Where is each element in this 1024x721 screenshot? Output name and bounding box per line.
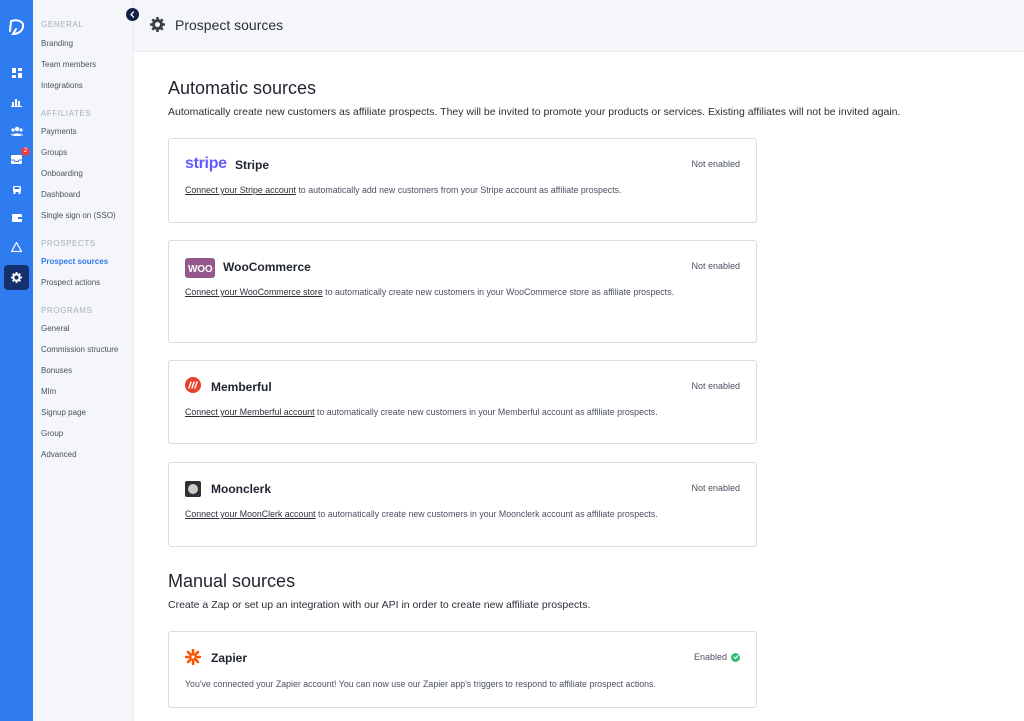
sidebar-item-group[interactable]: Group — [41, 429, 63, 438]
moonclerk-card: Moonclerk Not enabled Connect your MoonC… — [168, 462, 757, 547]
sidebar-item-onboarding[interactable]: Onboarding — [41, 169, 83, 178]
moonclerk-logo-icon — [185, 481, 201, 502]
sidebar-item-integrations[interactable]: Integrations — [41, 81, 83, 90]
manual-sources-description: Create a Zap or set up an integration wi… — [168, 599, 591, 611]
sidebar-item-branding[interactable]: Branding — [41, 39, 73, 48]
card-description: You've connected your Zapier account! Yo… — [185, 679, 656, 689]
sidebar-item-payments[interactable]: Payments — [41, 127, 77, 136]
settings-sidebar: GENERAL Branding Team members Integratio… — [33, 0, 134, 721]
sidebar-item-groups[interactable]: Groups — [41, 148, 67, 157]
section-prospects: PROSPECTS — [41, 239, 96, 248]
automatic-sources-description: Automatically create new customers as af… — [168, 106, 901, 118]
status-badge: Not enabled — [691, 483, 740, 493]
users-icon[interactable] — [4, 118, 29, 143]
zapier-logo-icon — [184, 648, 202, 670]
sidebar-item-prospect-actions[interactable]: Prospect actions — [41, 278, 100, 287]
status-badge: Not enabled — [691, 159, 740, 169]
card-title: Zapier — [211, 651, 248, 665]
sidebar-item-advanced[interactable]: Advanced — [41, 450, 77, 459]
card-description: Connect your Stripe account to automatic… — [185, 185, 622, 195]
collapse-sidebar-button[interactable] — [126, 8, 139, 21]
sidebar-item-team-members[interactable]: Team members — [41, 60, 96, 69]
section-general: GENERAL — [41, 20, 84, 29]
manual-sources-heading: Manual sources — [168, 571, 296, 591]
sidebar-item-dashboard[interactable]: Dashboard — [41, 190, 80, 199]
dashboard-icon[interactable] — [4, 60, 29, 85]
section-affiliates: AFFILIATES — [41, 109, 92, 118]
woocommerce-logo: WOO — [185, 258, 216, 278]
connect-woocommerce-link[interactable]: Connect your WooCommerce store — [185, 287, 323, 297]
card-description: Connect your MoonClerk account to automa… — [185, 509, 658, 519]
sidebar-item-commission-structure[interactable]: Commission structure — [41, 345, 118, 354]
settings-icon[interactable] — [4, 265, 29, 290]
sidebar-item-prospect-sources[interactable]: Prospect sources — [41, 257, 108, 266]
sidebar-item-bonuses[interactable]: Bonuses — [41, 366, 72, 375]
card-title: WooCommerce — [223, 260, 311, 274]
card-description: Connect your WooCommerce store to automa… — [185, 287, 674, 297]
connect-memberful-link[interactable]: Connect your Memberful account — [185, 407, 315, 417]
memberful-logo-icon — [185, 377, 201, 398]
check-circle-icon — [731, 652, 740, 662]
notification-badge: 2 — [21, 147, 30, 156]
sidebar-item-programs-general[interactable]: General — [41, 324, 69, 333]
memberful-card: Memberful Not enabled Connect your Membe… — [168, 360, 757, 444]
chart-icon[interactable] — [4, 89, 29, 114]
page-title: Prospect sources — [175, 17, 284, 33]
stripe-card: stripe Stripe Not enabled Connect your S… — [168, 138, 757, 223]
section-programs: PROGRAMS — [41, 306, 93, 315]
wallet-icon[interactable] — [4, 205, 29, 230]
sidebar-item-sso[interactable]: Single sign on (SSO) — [41, 211, 116, 220]
sidebar-item-signup-page[interactable]: Signup page — [41, 408, 86, 417]
sidebar-item-mlm[interactable]: Mlm — [41, 387, 56, 396]
connect-stripe-link[interactable]: Connect your Stripe account — [185, 185, 296, 195]
zapier-card: Zapier Enabled You've connected your Zap… — [168, 631, 757, 708]
chevron-left-icon — [130, 11, 135, 18]
car-icon[interactable] — [4, 176, 29, 201]
status-badge: Enabled — [694, 652, 740, 662]
card-title: Moonclerk — [211, 482, 272, 496]
woocommerce-card: WOO WooCommerce Not enabled Connect your… — [168, 240, 757, 343]
automatic-sources-heading: Automatic sources — [168, 78, 317, 98]
stripe-logo: stripe — [185, 155, 227, 172]
warning-icon[interactable] — [4, 234, 29, 259]
icon-rail: 2 — [0, 0, 33, 721]
app-logo-icon[interactable] — [7, 18, 26, 37]
card-description: Connect your Memberful account to automa… — [185, 407, 658, 417]
card-title: Memberful — [211, 380, 272, 394]
gear-icon — [150, 17, 165, 37]
connect-moonclerk-link[interactable]: Connect your MoonClerk account — [185, 509, 316, 519]
status-badge: Not enabled — [691, 261, 740, 271]
card-title: Stripe — [235, 158, 270, 172]
inbox-icon[interactable]: 2 — [4, 147, 30, 172]
page-header: Prospect sources — [134, 0, 1024, 52]
status-badge: Not enabled — [691, 381, 740, 391]
